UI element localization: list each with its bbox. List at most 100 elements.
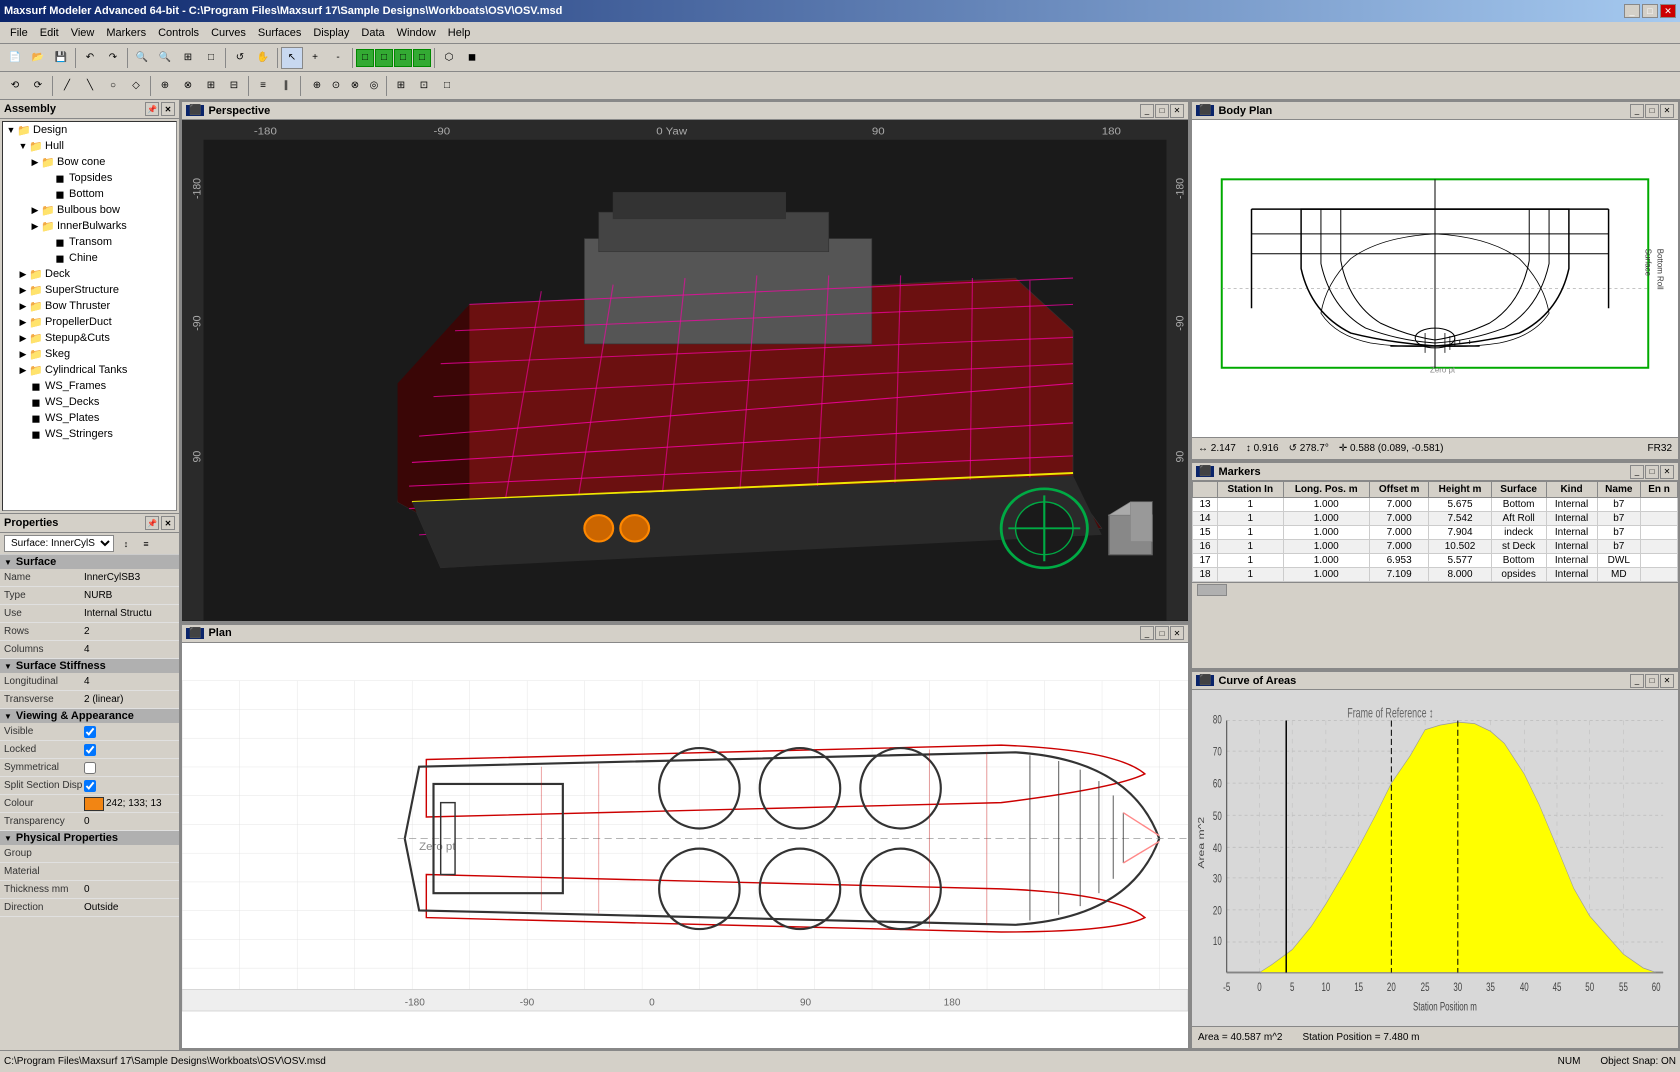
col-offset[interactable]: Offset m: [1369, 482, 1429, 498]
snap-btn-2[interactable]: ⊙: [327, 77, 345, 95]
tool-r2-18[interactable]: ⊞: [390, 75, 412, 97]
tool-r2-11[interactable]: ≡: [252, 75, 274, 97]
prop-filter-btn[interactable]: ≡: [138, 536, 154, 552]
expand-bottom[interactable]: [41, 188, 53, 200]
add-pt-btn[interactable]: +: [304, 47, 326, 69]
col-kind[interactable]: Kind: [1546, 482, 1597, 498]
tree-hull[interactable]: ▼ 📁 Hull: [3, 138, 176, 154]
expand-inner-bulwarks[interactable]: ▶: [29, 220, 41, 232]
save-btn[interactable]: 💾: [50, 47, 72, 69]
colour-swatch[interactable]: [84, 797, 104, 811]
expand-bulbous-bow[interactable]: ▶: [29, 204, 41, 216]
col-en[interactable]: En n: [1641, 482, 1678, 498]
expand-bow-cone[interactable]: ▶: [29, 156, 41, 168]
tree-bow-thruster[interactable]: ▶ 📁 Bow Thruster: [3, 298, 176, 314]
prop-split-section-checkbox[interactable]: [84, 780, 96, 792]
expand-propeller-duct[interactable]: ▶: [17, 316, 29, 328]
marker-row-13[interactable]: 13 1 1.000 7.000 5.675 Bottom Internal b…: [1193, 498, 1678, 512]
plan-maximize[interactable]: □: [1155, 626, 1169, 640]
close-button[interactable]: ✕: [1660, 4, 1676, 18]
body-plan-canvas[interactable]: Zero pt Surface Bottom Roll: [1192, 120, 1678, 437]
tool-r2-1[interactable]: ⟲: [4, 75, 26, 97]
menu-controls[interactable]: Controls: [152, 25, 205, 41]
tool-r2-3[interactable]: ╱: [56, 75, 78, 97]
tree-design[interactable]: ▼ 📁 Design: [3, 122, 176, 138]
menu-surfaces[interactable]: Surfaces: [252, 25, 307, 41]
perspective-canvas[interactable]: -180 -90 0 Yaw 90 180 -180 -90 90: [182, 120, 1188, 621]
assembly-tree[interactable]: ▼ 📁 Design ▼ 📁 Hull ▶ 📁 Bow cone: [2, 121, 177, 511]
tree-bow-cone[interactable]: ▶ 📁 Bow cone: [3, 154, 176, 170]
menu-view[interactable]: View: [65, 25, 101, 41]
tool-r2-12[interactable]: ∥: [275, 75, 297, 97]
tool-r2-10[interactable]: ⊟: [223, 75, 245, 97]
tree-stepup-cuts[interactable]: ▶ 📁 Stepup&Cuts: [3, 330, 176, 346]
prop-locked-checkbox[interactable]: [84, 744, 96, 756]
tree-ws-decks[interactable]: ◼ WS_Decks: [3, 394, 176, 410]
tree-ws-stringers[interactable]: ◼ WS_Stringers: [3, 426, 176, 442]
expand-topsides[interactable]: [41, 172, 53, 184]
shade-btn[interactable]: ◼: [461, 47, 483, 69]
expand-transom[interactable]: [41, 236, 53, 248]
view-side[interactable]: □: [394, 49, 412, 67]
markers-minimize[interactable]: _: [1630, 465, 1644, 479]
marker-row-16[interactable]: 16 1 1.000 7.000 10.502 st Deck Internal…: [1193, 540, 1678, 554]
plan-minimize[interactable]: _: [1140, 626, 1154, 640]
tool-r2-19[interactable]: ⊡: [413, 75, 435, 97]
prop-sort-btn[interactable]: ↕: [118, 536, 134, 552]
bp-maximize[interactable]: □: [1645, 104, 1659, 118]
tree-bottom[interactable]: ◼ Bottom: [3, 186, 176, 202]
menu-markers[interactable]: Markers: [100, 25, 152, 41]
section-stiffness-header[interactable]: ▼ Surface Stiffness: [0, 659, 179, 673]
del-pt-btn[interactable]: -: [327, 47, 349, 69]
col-height[interactable]: Height m: [1429, 482, 1491, 498]
tree-deck[interactable]: ▶ 📁 Deck: [3, 266, 176, 282]
section-surface-header[interactable]: ▼ Surface: [0, 555, 179, 569]
markers-content[interactable]: Station In Long. Pos. m Offset m Height …: [1192, 481, 1678, 668]
marker-row-15[interactable]: 15 1 1.000 7.000 7.904 indeck Internal b…: [1193, 526, 1678, 540]
tree-cylindrical-tanks[interactable]: ▶ 📁 Cylindrical Tanks: [3, 362, 176, 378]
menu-edit[interactable]: Edit: [34, 25, 65, 41]
tree-ws-plates[interactable]: ◼ WS_Plates: [3, 410, 176, 426]
tree-superstructure[interactable]: ▶ 📁 SuperStructure: [3, 282, 176, 298]
properties-pin[interactable]: 📌: [145, 516, 159, 530]
new-btn[interactable]: 📄: [4, 47, 26, 69]
expand-skeg[interactable]: ▶: [17, 348, 29, 360]
col-station-in[interactable]: Station In: [1218, 482, 1284, 498]
zoom-in-btn[interactable]: 🔍: [131, 47, 153, 69]
menu-display[interactable]: Display: [307, 25, 355, 41]
col-surface[interactable]: Surface: [1491, 482, 1546, 498]
tree-topsides[interactable]: ◼ Topsides: [3, 170, 176, 186]
properties-close[interactable]: ✕: [161, 516, 175, 530]
coa-minimize[interactable]: _: [1630, 674, 1644, 688]
expand-superstructure[interactable]: ▶: [17, 284, 29, 296]
expand-chine[interactable]: [41, 252, 53, 264]
marker-row-18[interactable]: 18 1 1.000 7.109 8.000 opsides Internal …: [1193, 568, 1678, 582]
section-appearance-header[interactable]: ▼ Viewing & Appearance: [0, 709, 179, 723]
tree-inner-bulwarks[interactable]: ▶ 📁 InnerBulwarks: [3, 218, 176, 234]
plan-canvas[interactable]: Zero pt: [182, 643, 1188, 1049]
snap-btn-3[interactable]: ⊗: [346, 77, 364, 95]
expand-stepup-cuts[interactable]: ▶: [17, 332, 29, 344]
coa-canvas[interactable]: Frame of Reference ↕: [1192, 690, 1678, 1026]
open-btn[interactable]: 📂: [27, 47, 49, 69]
menu-window[interactable]: Window: [391, 25, 442, 41]
pan-btn[interactable]: ✋: [252, 47, 274, 69]
assembly-close[interactable]: ✕: [161, 102, 175, 116]
plan-close[interactable]: ✕: [1170, 626, 1184, 640]
zoom-fit-btn[interactable]: ⊞: [177, 47, 199, 69]
coa-maximize[interactable]: □: [1645, 674, 1659, 688]
tool-r2-6[interactable]: ◇: [125, 75, 147, 97]
snap-btn-1[interactable]: ⊕: [308, 77, 326, 95]
expand-hull[interactable]: ▼: [17, 140, 29, 152]
tool-r2-4[interactable]: ╲: [79, 75, 101, 97]
tree-ws-frames[interactable]: ◼ WS_Frames: [3, 378, 176, 394]
view-top[interactable]: □: [413, 49, 431, 67]
title-buttons[interactable]: _ □ ✕: [1624, 4, 1676, 18]
tool-r2-20[interactable]: □: [436, 75, 458, 97]
marker-row-17[interactable]: 17 1 1.000 6.953 5.577 Bottom Internal D…: [1193, 554, 1678, 568]
col-name[interactable]: Name: [1597, 482, 1641, 498]
tool-r2-5[interactable]: ○: [102, 75, 124, 97]
persp-close[interactable]: ✕: [1170, 104, 1184, 118]
undo-btn[interactable]: ↶: [79, 47, 101, 69]
expand-design[interactable]: ▼: [5, 124, 17, 136]
